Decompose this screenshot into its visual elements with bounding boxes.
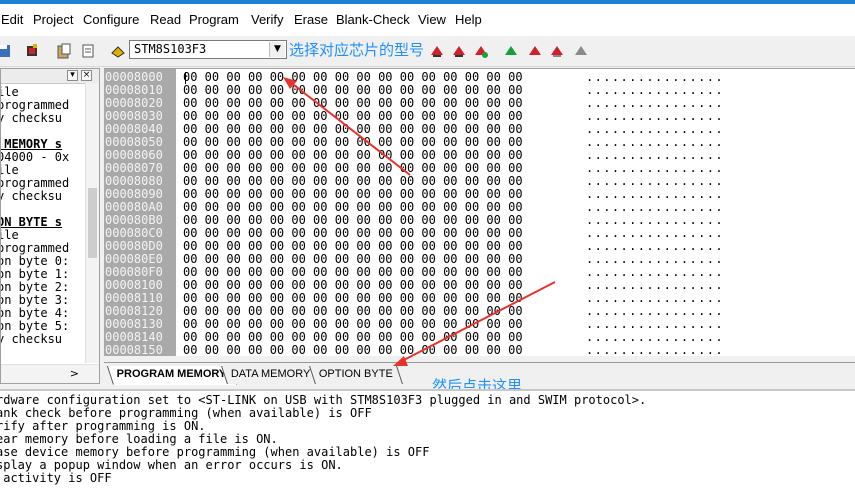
info-panel-text: ileprogrammedy checksu MEMORY s04000 - 0… <box>0 86 69 346</box>
info-panel-header: ▾ × <box>1 69 99 84</box>
log-line: activity is OFF <box>0 471 112 485</box>
tab-label: PROGRAM MEMORY <box>116 368 227 380</box>
tab-option-byte[interactable]: OPTION BYTE <box>309 366 403 384</box>
menu-blank-check[interactable]: Blank-Check <box>336 12 410 27</box>
menu-bar: Edit Project Configure Read Program Veri… <box>0 4 855 36</box>
chevron-right-icon[interactable]: > <box>70 367 79 380</box>
vertical-scrollbar[interactable] <box>85 83 99 363</box>
device-select[interactable]: STM8S103F3 ▼ <box>129 40 287 59</box>
hex-row[interactable]: 00008150 00 00 00 00 00 00 00 00 00 00 00… <box>104 343 855 357</box>
info-line: y checksu <box>0 111 63 125</box>
info-line: y checksu <box>0 189 63 203</box>
program-icon[interactable] <box>473 43 489 59</box>
menu-configure[interactable]: Configure <box>83 12 139 27</box>
verify-icon[interactable] <box>503 43 519 59</box>
paste-icon[interactable] <box>56 43 72 59</box>
log-panel: rdware configuration set to <ST-LINK on … <box>0 389 855 500</box>
menu-edit[interactable]: Edit <box>1 12 23 27</box>
chip-icon[interactable] <box>24 43 40 59</box>
close-icon[interactable]: × <box>81 70 92 81</box>
info-panel: ▾ × ileprogrammedy checksu MEMORY s04000… <box>0 68 100 384</box>
menu-verify[interactable]: Verify <box>251 12 284 27</box>
tab-label: OPTION BYTE <box>318 368 393 380</box>
menu-project[interactable]: Project <box>33 12 73 27</box>
verify-current-icon[interactable] <box>527 43 543 59</box>
hex-address: 00008150 <box>105 343 163 357</box>
chevron-down-icon[interactable]: ▼ <box>269 42 285 57</box>
doc-icon[interactable] <box>80 43 96 59</box>
info-line: y checksu <box>0 332 63 346</box>
save-icon[interactable] <box>0 43 12 59</box>
menu-program[interactable]: Program <box>189 12 239 27</box>
gear-icon[interactable] <box>573 43 589 59</box>
scroll-thumb[interactable] <box>88 188 97 258</box>
menu-read[interactable]: Read <box>150 12 181 27</box>
tab-program-memory[interactable]: PROGRAM MEMORY <box>106 366 237 385</box>
hex-ascii: ................ <box>586 343 724 357</box>
tab-label: DATA MEMORY <box>230 368 311 380</box>
read-current-icon[interactable] <box>451 43 467 59</box>
menu-help[interactable]: Help <box>455 12 482 27</box>
annotation-select-chip: 选择对应芯片的型号 <box>289 42 425 59</box>
horizontal-scrollbar[interactable]: > <box>1 364 99 383</box>
hex-view[interactable]: 00008000 00 00 00 00 00 00 00 00 00 00 00… <box>104 68 855 356</box>
device-select-value: STM8S103F3 <box>134 42 207 56</box>
menu-erase[interactable]: Erase <box>294 12 328 27</box>
tab-data-memory[interactable]: DATA MEMORY <box>221 366 321 384</box>
hex-bytes[interactable]: 00 00 00 00 00 00 00 00 00 00 00 00 00 0… <box>183 344 523 357</box>
read-icon[interactable] <box>429 43 445 59</box>
menu-view[interactable]: View <box>418 12 446 27</box>
chevron-down-icon[interactable]: ▾ <box>67 70 78 81</box>
blank-check-icon[interactable] <box>549 43 565 59</box>
device-icon[interactable] <box>110 43 126 59</box>
